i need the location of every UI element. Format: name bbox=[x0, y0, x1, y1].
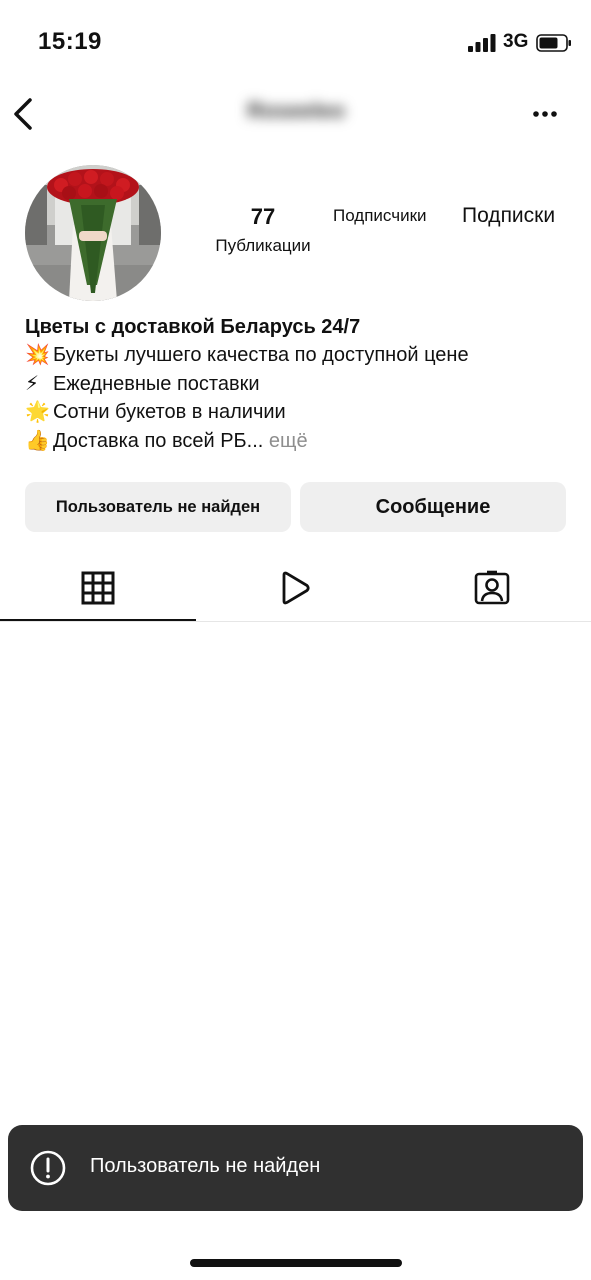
bio-line: 💥 Букеты лучшего качества по доступной це… bbox=[25, 341, 575, 370]
bio-line-text: Доставка по всей РБ... bbox=[53, 429, 264, 452]
tab-tagged[interactable] bbox=[394, 555, 590, 621]
profile-tabs bbox=[0, 555, 591, 622]
bio-line: ⚡ Ежедневные поставки bbox=[25, 370, 575, 399]
lightning-emoji-icon: ⚡ bbox=[25, 372, 40, 395]
more-dots-icon[interactable] bbox=[528, 106, 562, 122]
status-time: 15:19 bbox=[38, 28, 102, 55]
bio-line: 👍 Доставка по всей РБ... ещё bbox=[25, 427, 575, 456]
bio-more-link[interactable]: ещё bbox=[269, 430, 308, 452]
posts-count: 77 bbox=[250, 204, 276, 229]
toast-message: Пользователь не найден bbox=[90, 1155, 321, 1177]
followers-label[interactable]: Подписчики bbox=[333, 206, 427, 226]
grid-icon bbox=[81, 571, 115, 605]
active-tab-indicator bbox=[0, 619, 196, 621]
signal-bars-icon bbox=[468, 34, 496, 52]
profile-header-bar: Roseeleo bbox=[0, 86, 591, 142]
posts-stat: 77 Публикации bbox=[203, 202, 323, 260]
tab-reels[interactable] bbox=[197, 555, 393, 621]
chevron-left-icon[interactable] bbox=[10, 96, 40, 132]
status-bar: 15:19 3G bbox=[0, 0, 591, 86]
battery-icon bbox=[536, 34, 571, 52]
posts-label: Публикации bbox=[215, 236, 311, 255]
profile-bio: Цветы с доставкой Беларусь 24/7 💥 Букеты … bbox=[25, 313, 575, 455]
tab-grid[interactable] bbox=[0, 555, 196, 621]
user-not-found-button[interactable]: Пользователь не найден bbox=[25, 482, 291, 532]
star-emoji-icon: 🌟 bbox=[25, 401, 50, 423]
thumbs-up-emoji-icon: 👍 bbox=[25, 429, 50, 452]
bio-line-text: Букеты лучшего качества по доступной цен… bbox=[53, 344, 469, 366]
tagged-person-icon bbox=[474, 570, 510, 605]
bio-line: 🌟 Сотни букетов в наличии bbox=[25, 398, 575, 427]
network-type: 3G bbox=[503, 31, 529, 52]
bio-line-text: Ежедневные поставки bbox=[53, 372, 260, 395]
alert-circle-icon bbox=[30, 1150, 66, 1186]
username-title: Roseeleo bbox=[247, 98, 345, 123]
following-label[interactable]: Подписки bbox=[462, 204, 555, 228]
bio-name: Цветы с доставкой Беларусь 24/7 bbox=[25, 316, 361, 338]
toast-notification: Пользователь не найден bbox=[8, 1125, 583, 1211]
avatar-photo bbox=[25, 165, 161, 301]
reels-play-icon bbox=[282, 571, 310, 605]
message-button[interactable]: Сообщение bbox=[300, 482, 566, 532]
home-indicator[interactable] bbox=[190, 1259, 402, 1267]
avatar[interactable] bbox=[25, 165, 161, 301]
collision-emoji-icon: 💥 bbox=[25, 344, 50, 366]
bio-line-text: Сотни букетов в наличии bbox=[53, 401, 286, 423]
